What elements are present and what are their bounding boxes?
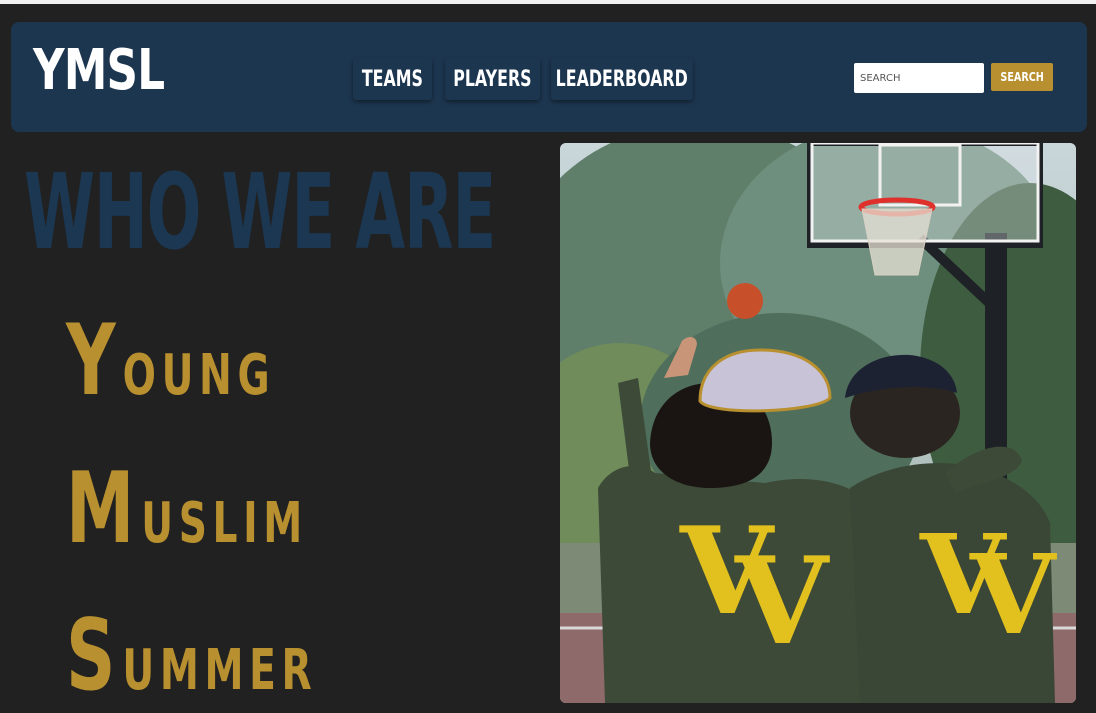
search-input[interactable] [854,63,984,93]
site-logo[interactable]: YMSL [33,38,165,103]
nav-players-button[interactable]: PLAYERS [445,58,540,100]
shirt-print-letter-right: V [969,530,1057,659]
basketball [727,283,763,319]
search-button-label: SEARCH [1000,70,1044,84]
nav-leaderboard-button[interactable]: LEADERBOARD [551,58,693,100]
nav-leaderboard-label: LEADERBOARD [555,66,689,92]
acronym-initial: S [66,599,116,713]
acronym-rest: OUNG [122,343,276,408]
nav-teams-button[interactable]: TEAMS [353,58,432,100]
shirt-print-letter-left: V [734,531,830,672]
acronym-line-young: Y OUNG [66,312,275,410]
site-navbar: YMSL TEAMS PLAYERS LEADERBOARD SEARCH [11,22,1087,132]
nav-players-label: PLAYERS [453,66,532,92]
acronym-line-summer: S UMMER [66,607,317,705]
acronym-initial: M [66,452,135,566]
acronym-initial: Y [66,304,116,418]
nav-teams-label: TEAMS [361,66,424,92]
search-button[interactable]: SEARCH [991,63,1053,91]
acronym-line-muslim: M USLIM [66,460,308,558]
top-strip [0,0,1096,4]
acronym-rest: UMMER [122,638,318,703]
photo-illustration: V V V V [560,143,1076,703]
page-heading: WHO WE ARE [24,151,496,273]
acronym-rest: USLIM [141,491,308,556]
hero-photo: V V V V [560,143,1076,703]
